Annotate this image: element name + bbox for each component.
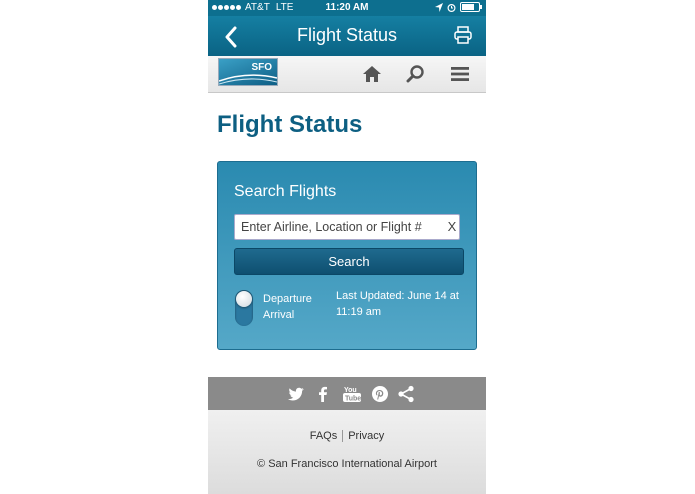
logo-text: SFO — [251, 62, 272, 73]
option-arrival[interactable]: Arrival — [263, 309, 294, 321]
svg-text:You: You — [344, 387, 357, 394]
flight-search-input[interactable] — [234, 214, 460, 240]
twitter-icon[interactable] — [287, 385, 305, 403]
battery-icon — [460, 2, 482, 12]
home-icon[interactable] — [362, 65, 382, 83]
pinterest-icon[interactable] — [371, 385, 389, 403]
svg-text:Tube: Tube — [345, 396, 361, 403]
search-flights-panel: Search Flights X Search Departure Arriva… — [217, 161, 477, 350]
social-bar: You Tube — [208, 377, 486, 410]
title-bar: Flight Status — [208, 16, 486, 56]
alarm-icon — [447, 3, 456, 12]
toggle-knob — [236, 291, 252, 307]
clear-search-button[interactable]: X — [444, 218, 460, 236]
page-title: Flight Status — [217, 111, 363, 138]
youtube-icon[interactable]: You Tube — [342, 385, 362, 403]
logo-swoosh-icon — [219, 74, 277, 85]
copyright-text: © San Francisco International Airport — [257, 458, 437, 470]
footer-links: FAQs Privacy — [208, 430, 486, 443]
last-updated-text: Last Updated: June 14 at 11:19 am — [336, 290, 459, 318]
search-icon[interactable] — [406, 65, 426, 83]
search-heading: Search Flights — [234, 183, 337, 200]
location-arrow-icon — [435, 2, 443, 12]
app-title: Flight Status — [296, 25, 398, 45]
status-bar: AT&T LTE 11:20 AM — [208, 0, 486, 16]
footer: FAQs Privacy © San Francisco Internationa… — [208, 410, 486, 494]
facebook-icon[interactable] — [314, 385, 332, 403]
nav-bar: SFO — [208, 56, 486, 93]
printer-icon[interactable] — [454, 26, 472, 44]
footer-link-privacy[interactable]: Privacy — [348, 430, 384, 442]
phone-screen: AT&T LTE 11:20 AM Flight Status SFO Flig… — [208, 0, 486, 494]
share-icon[interactable] — [397, 385, 415, 403]
option-departure[interactable]: Departure — [263, 293, 312, 305]
search-button[interactable]: Search — [234, 248, 464, 275]
departure-arrival-toggle[interactable] — [235, 290, 253, 326]
menu-icon[interactable] — [450, 65, 470, 83]
footer-divider — [342, 430, 344, 443]
footer-link-faqs[interactable]: FAQs — [310, 430, 338, 442]
sfo-logo[interactable]: SFO — [218, 58, 278, 86]
